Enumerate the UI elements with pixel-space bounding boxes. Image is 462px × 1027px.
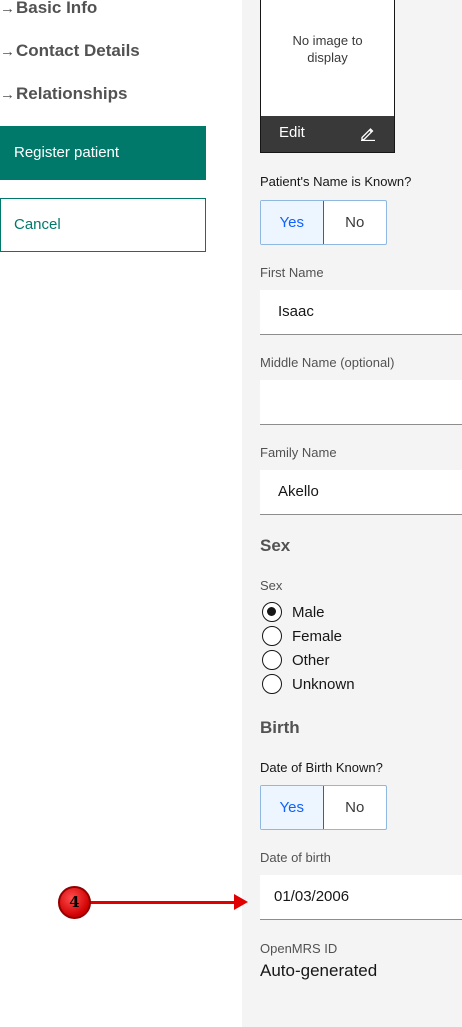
sex-option-female[interactable]: Female (262, 626, 342, 646)
openmrs-id-label: OpenMRS ID (260, 941, 338, 956)
photo-placeholder: No image to display (292, 33, 363, 65)
register-patient-button[interactable]: Register patient (0, 126, 206, 180)
family-name-label: Family Name (260, 445, 337, 460)
name-known-yes[interactable]: Yes (261, 201, 324, 244)
dob-label: Date of birth (260, 850, 331, 865)
sex-label: Sex (260, 578, 283, 593)
dob-known-yes[interactable]: Yes (261, 786, 324, 829)
arrow-right-icon: → (0, 43, 15, 60)
sex-option-male[interactable]: Male (262, 602, 325, 622)
patient-photo: No image to display Edit (260, 0, 395, 153)
radio-checked-icon (262, 602, 282, 622)
arrow-right-icon: → (0, 0, 15, 17)
name-known-switch: Yes No (260, 200, 387, 245)
dob-known-switch: Yes No (260, 785, 387, 830)
middle-name-field[interactable] (260, 380, 462, 425)
dob-known-no[interactable]: No (324, 786, 387, 829)
pencil-icon (361, 128, 375, 141)
openmrs-id-value: Auto-generated (260, 961, 378, 980)
middle-name-label: Middle Name (optional) (260, 355, 395, 370)
sex-option-label: Female (292, 627, 343, 645)
radio-icon (262, 650, 282, 670)
nav-link-basic-info[interactable]: →Basic Info (0, 0, 97, 18)
first-name-field[interactable]: Isaac (260, 290, 462, 335)
nav-link-label: Relationships (16, 84, 128, 103)
sex-option-label: Male (292, 603, 325, 621)
sex-option-label: Other (292, 651, 330, 669)
radio-icon (262, 674, 282, 694)
dob-known-label: Date of Birth Known? (260, 760, 383, 775)
sex-option-unknown[interactable]: Unknown (262, 674, 355, 694)
sex-option-label: Unknown (292, 675, 355, 693)
nav-link-relationships[interactable]: →Relationships (0, 84, 127, 104)
nav-link-label: Basic Info (16, 0, 98, 17)
nav-link-contact-details[interactable]: →Contact Details (0, 41, 140, 61)
name-known-no[interactable]: No (324, 201, 387, 244)
name-known-label: Patient's Name is Known? (260, 174, 412, 189)
first-name-label: First Name (260, 265, 324, 280)
nav-link-label: Contact Details (16, 41, 140, 60)
annotation-arrow-head-icon (234, 894, 248, 910)
radio-icon (262, 626, 282, 646)
photo-placeholder-text: No image to display (261, 32, 394, 66)
family-name-field[interactable]: Akello (260, 470, 462, 515)
cancel-button[interactable]: Cancel (0, 198, 206, 252)
arrow-right-icon: → (0, 86, 15, 103)
sex-section-title: Sex (260, 536, 291, 555)
annotation-badge: 4 (58, 886, 91, 919)
edit-photo-button[interactable]: Edit (261, 116, 394, 152)
date-of-birth-field[interactable]: 01/03/2006 (260, 875, 462, 920)
sex-option-other[interactable]: Other (262, 650, 330, 670)
birth-section-title: Birth (260, 718, 300, 737)
annotation-arrow-line (86, 901, 236, 904)
edit-label: Edit (279, 124, 305, 141)
